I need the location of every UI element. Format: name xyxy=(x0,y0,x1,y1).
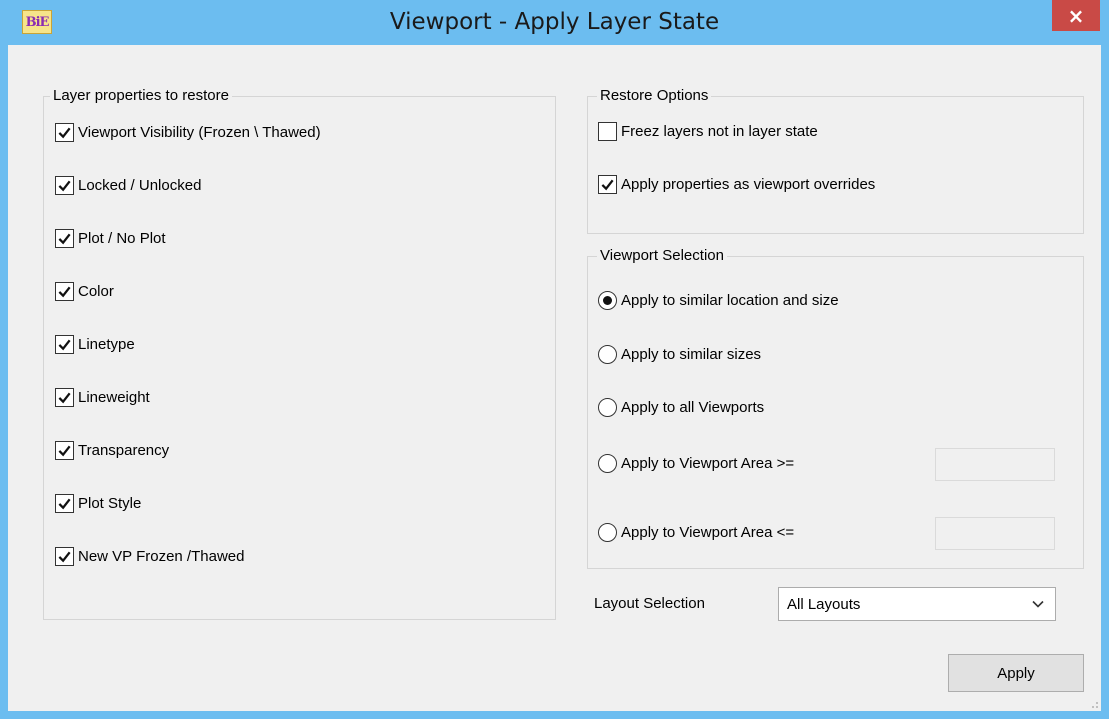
viewport-selection-title: Viewport Selection xyxy=(597,247,727,264)
checkmark-icon xyxy=(58,498,71,509)
radio-area-greater-equal[interactable]: Apply to Viewport Area >= xyxy=(598,452,794,474)
restore-options-title: Restore Options xyxy=(597,87,712,104)
checkbox-label: Color xyxy=(78,282,114,300)
checkbox-label: New VP Frozen /Thawed xyxy=(78,547,245,565)
dialog-body: Layer properties to restore Viewport Vis… xyxy=(8,45,1101,711)
checkbox-lineweight[interactable]: Lineweight xyxy=(55,386,150,408)
window-title: Viewport - Apply Layer State xyxy=(389,9,720,35)
radio-button[interactable] xyxy=(598,344,617,364)
checkbox-transparency[interactable]: Transparency xyxy=(55,439,169,461)
radio-similar-sizes[interactable]: Apply to similar sizes xyxy=(598,343,761,365)
checkbox-label: Apply properties as viewport overrides xyxy=(621,175,876,193)
checkmark-icon xyxy=(58,233,71,244)
checkbox-label: Transparency xyxy=(78,441,170,459)
close-button[interactable]: × xyxy=(1052,0,1100,31)
radio-label: Apply to all Viewports xyxy=(621,398,765,416)
checkbox-locked-unlocked[interactable]: Locked / Unlocked xyxy=(55,174,201,196)
checkbox-label: Linetype xyxy=(78,335,135,353)
radio-button[interactable] xyxy=(598,453,617,473)
checkbox-apply-as-viewport-overrides[interactable]: Apply properties as viewport overrides xyxy=(598,173,875,195)
checkbox-plot-no-plot[interactable]: Plot / No Plot xyxy=(55,227,166,249)
checkmark-icon xyxy=(58,445,71,456)
checkbox-plot-style[interactable]: Plot Style xyxy=(55,492,141,514)
layout-selection-dropdown[interactable]: All Layouts xyxy=(778,587,1056,621)
checkbox-label: Plot / No Plot xyxy=(78,229,166,247)
checkbox-label: Freez layers not in layer state xyxy=(621,122,818,140)
checkmark-icon xyxy=(601,179,614,190)
checkbox-color[interactable]: Color xyxy=(55,280,114,302)
checkbox-box[interactable] xyxy=(598,174,617,194)
checkbox-label: Plot Style xyxy=(78,494,142,512)
checkbox-box[interactable] xyxy=(55,122,74,142)
checkbox-box[interactable] xyxy=(55,387,74,407)
radio-label: Apply to Viewport Area >= xyxy=(621,454,795,472)
checkbox-box[interactable] xyxy=(55,228,74,248)
checkbox-box[interactable] xyxy=(55,440,74,460)
checkbox-box[interactable] xyxy=(55,175,74,195)
apply-button[interactable]: Apply xyxy=(948,654,1084,692)
radio-label: Apply to Viewport Area <= xyxy=(621,523,795,541)
checkbox-box[interactable] xyxy=(598,121,617,141)
checkmark-icon xyxy=(58,392,71,403)
area-min-input[interactable] xyxy=(935,448,1055,481)
checkmark-icon xyxy=(58,127,71,138)
checkbox-viewport-visibility[interactable]: Viewport Visibility (Frozen \ Thawed) xyxy=(55,121,321,143)
radio-button[interactable] xyxy=(598,290,617,310)
radio-label: Apply to similar sizes xyxy=(621,345,762,363)
checkbox-box[interactable] xyxy=(55,493,74,513)
area-max-input[interactable] xyxy=(935,517,1055,550)
title-bar[interactable]: BiE Viewport - Apply Layer State × xyxy=(0,0,1109,45)
checkbox-label: Lineweight xyxy=(78,388,150,406)
checkmark-icon xyxy=(58,180,71,191)
checkbox-freeze-layers-not-in-state[interactable]: Freez layers not in layer state xyxy=(598,120,818,142)
resize-grip-icon[interactable] xyxy=(1089,699,1099,709)
checkmark-icon xyxy=(58,286,71,297)
radio-area-less-equal[interactable]: Apply to Viewport Area <= xyxy=(598,521,794,543)
checkbox-box[interactable] xyxy=(55,546,74,566)
layer-properties-title: Layer properties to restore xyxy=(50,87,232,104)
layout-selection-label: Layout Selection xyxy=(594,595,705,612)
dialog-window: BiE Viewport - Apply Layer State × Layer… xyxy=(0,0,1109,719)
layout-selection-value: All Layouts xyxy=(787,595,861,613)
checkbox-label: Locked / Unlocked xyxy=(78,176,202,194)
radio-label: Apply to similar location and size xyxy=(621,291,839,309)
checkbox-new-vp-frozen-thawed[interactable]: New VP Frozen /Thawed xyxy=(55,545,244,567)
restore-options-group: Restore Options xyxy=(587,87,1084,234)
radio-all-viewports[interactable]: Apply to all Viewports xyxy=(598,396,764,418)
checkbox-linetype[interactable]: Linetype xyxy=(55,333,135,355)
checkbox-box[interactable] xyxy=(55,281,74,301)
chevron-down-icon xyxy=(1032,600,1044,608)
checkbox-box[interactable] xyxy=(55,334,74,354)
radio-button[interactable] xyxy=(598,522,617,542)
checkbox-label: Viewport Visibility (Frozen \ Thawed) xyxy=(78,123,321,141)
radio-similar-location-size[interactable]: Apply to similar location and size xyxy=(598,289,839,311)
radio-button[interactable] xyxy=(598,397,617,417)
checkmark-icon xyxy=(58,339,71,350)
checkmark-icon xyxy=(58,551,71,562)
radio-selected-dot xyxy=(603,295,612,305)
